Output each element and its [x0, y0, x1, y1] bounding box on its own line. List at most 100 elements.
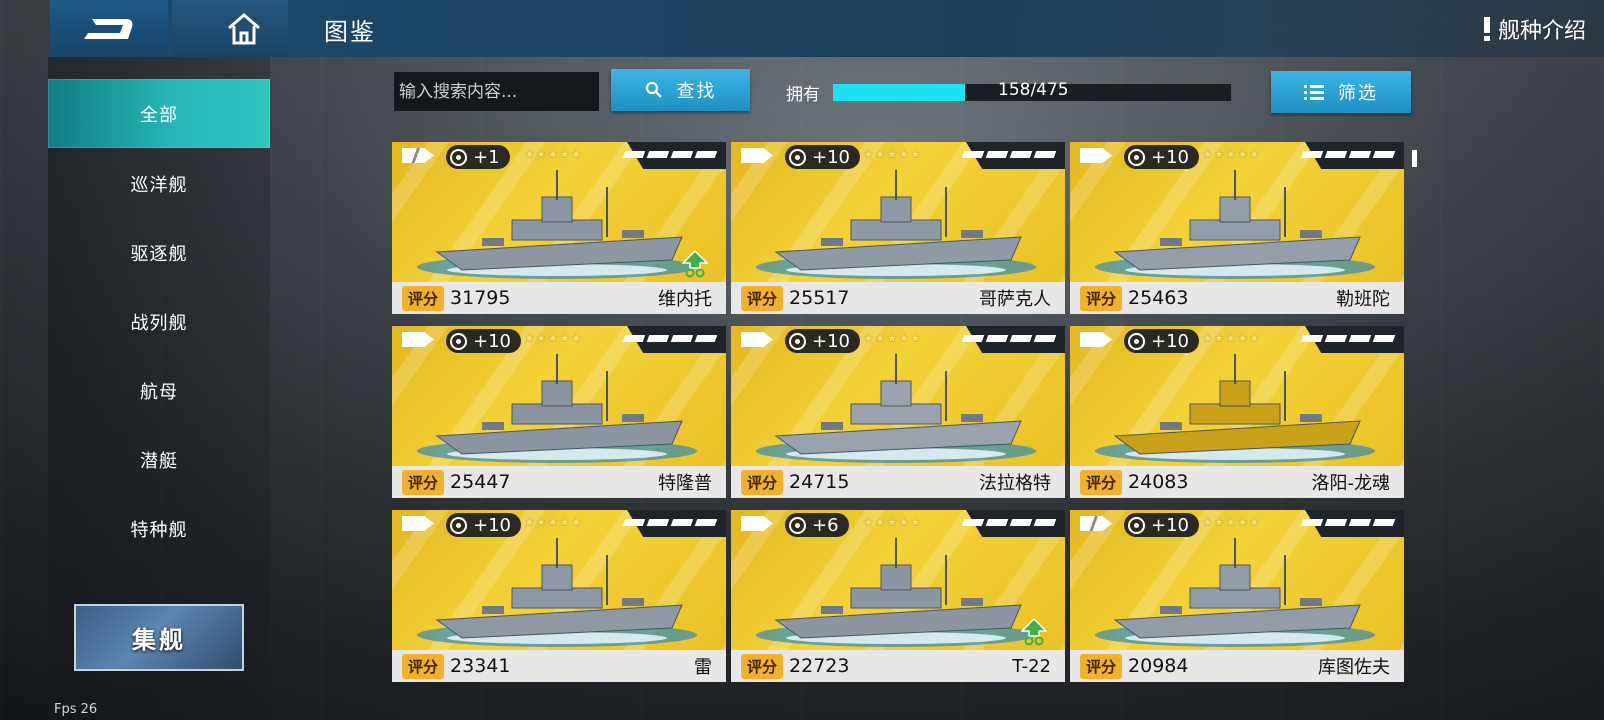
top-bar: 图鉴 舰种介绍 [50, 0, 1604, 57]
equipment-slots-icon [961, 335, 1057, 342]
enhance-level-badge: +10 [785, 329, 860, 353]
ship-type-intro-button[interactable]: 舰种介绍 [1483, 13, 1586, 45]
star-rating: ★★★★★ [524, 147, 583, 161]
gear-icon [450, 148, 467, 166]
score-tag: 评分 [1080, 285, 1123, 311]
upgrade-arrow-icon [682, 250, 708, 278]
sidebar-item-label: 潜艇 [140, 450, 178, 472]
ship-card[interactable]: +1 ★★★★★ 评分 31795 维内托 [392, 142, 726, 314]
star-rating: ★★★★★ [1202, 331, 1261, 345]
search-icon [645, 81, 662, 98]
enhance-level-badge: +1 [446, 145, 510, 169]
card-footer: 评分 24083 洛阳-龙魂 [1070, 466, 1404, 498]
card-footer: 评分 25463 勒班陀 [1070, 282, 1404, 314]
star-rating: ★★★★★ [1202, 515, 1261, 529]
sidebar-item-all[interactable]: 全部 [48, 79, 270, 148]
enhance-level-badge: +10 [1124, 329, 1199, 353]
equipment-slots-icon [1300, 335, 1396, 342]
home-button[interactable] [172, 0, 288, 57]
sidebar-item-label: 巡洋舰 [130, 174, 188, 196]
card-footer: 评分 25517 哥萨克人 [731, 282, 1065, 314]
sidebar-item-destroyer[interactable]: 驱逐舰 [48, 218, 270, 287]
score-tag: 评分 [741, 469, 784, 495]
sidebar-item-label: 全部 [140, 104, 178, 126]
enhance-level-badge: +10 [446, 513, 521, 537]
game-logo-icon [84, 18, 133, 39]
ship-card[interactable]: +10 ★★★★★ 评分 24715 法拉格特 [731, 326, 1065, 498]
gear-icon [789, 148, 806, 166]
score-tag: 评分 [402, 285, 445, 311]
sidebar-item-label: 特种舰 [130, 519, 188, 541]
card-footer: 评分 25447 特隆普 [392, 466, 726, 498]
enhance-level-badge: +10 [1124, 513, 1199, 537]
sidebar-item-cruiser[interactable]: 巡洋舰 [48, 149, 270, 218]
ship-card[interactable]: +10 ★★★★★ 评分 25517 哥萨克人 [731, 142, 1065, 314]
enhance-level: +6 [812, 514, 839, 536]
score-tag: 评分 [402, 653, 445, 679]
equipment-slots-icon [622, 335, 718, 342]
star-rating: ★★★★★ [863, 331, 922, 345]
search-button[interactable]: 查找 [611, 69, 750, 111]
equipment-slots-icon [1300, 519, 1396, 526]
info-icon [1483, 17, 1490, 41]
ship-name: 特隆普 [658, 473, 712, 494]
gear-icon [1128, 332, 1145, 350]
score-tag: 评分 [402, 469, 445, 495]
sidebar-item-label: 驱逐舰 [130, 243, 188, 265]
ship-card[interactable]: +10 ★★★★★ 评分 20984 库图佐夫 [1070, 510, 1404, 682]
sidebar-item-carrier[interactable]: 航母 [48, 356, 270, 425]
filter-button[interactable]: 筛选 [1271, 71, 1411, 113]
enhance-level-badge: +10 [446, 329, 521, 353]
enhance-level-badge: +10 [785, 145, 860, 169]
ship-card[interactable]: +6 ★★★★★ 评分 22723 T-22 [731, 510, 1065, 682]
gear-icon [1128, 148, 1145, 166]
score-tag: 评分 [1080, 469, 1123, 495]
sidebar-item-special[interactable]: 特种舰 [48, 494, 270, 563]
ship-name: 勒班陀 [1336, 289, 1390, 310]
equipment-slots-icon [622, 519, 718, 526]
ship-name: 维内托 [658, 289, 712, 310]
score-tag: 评分 [1080, 653, 1123, 679]
gear-icon [789, 332, 806, 350]
sidebar-item-battleship[interactable]: 战列舰 [48, 287, 270, 356]
search-button-label: 查找 [676, 81, 717, 102]
search-input[interactable] [394, 72, 599, 111]
owned-count: 158/475 [998, 80, 1069, 100]
star-rating: ★★★★★ [524, 331, 583, 345]
gear-icon [450, 516, 467, 534]
ship-card[interactable]: +10 ★★★★★ 评分 23341 雷 [392, 510, 726, 682]
enhance-level: +10 [812, 146, 850, 168]
ship-card[interactable]: +10 ★★★★★ 评分 25463 勒班陀 [1070, 142, 1404, 314]
upgrade-arrow-icon [1021, 618, 1047, 646]
star-rating: ★★★★★ [524, 515, 583, 529]
ship-type-intro-label: 舰种介绍 [1497, 19, 1586, 44]
ship-score: 25517 [789, 287, 850, 309]
ship-card-grid: +1 ★★★★★ 评分 31795 维内托 +10 ★★★★★ 评分 25517… [392, 142, 1415, 702]
ship-card[interactable]: +10 ★★★★★ 评分 24083 洛阳-龙魂 [1070, 326, 1404, 498]
list-icon [1304, 85, 1324, 100]
page-title: 图鉴 [324, 18, 376, 46]
ship-name: 哥萨克人 [979, 289, 1051, 310]
sidebar-item-submarine[interactable]: 潜艇 [48, 425, 270, 494]
enhance-level: +10 [473, 330, 511, 352]
ship-score: 24083 [1128, 471, 1189, 493]
back-button[interactable] [50, 0, 168, 57]
score-tag: 评分 [741, 285, 784, 311]
ship-score: 31795 [450, 287, 511, 309]
card-footer: 评分 24715 法拉格特 [731, 466, 1065, 498]
enhance-level: +10 [1151, 146, 1189, 168]
ship-score: 22723 [789, 655, 850, 677]
card-footer: 评分 23341 雷 [392, 650, 726, 682]
card-footer: 评分 22723 T-22 [731, 650, 1065, 682]
star-rating: ★★★★★ [1202, 147, 1261, 161]
star-rating: ★★★★★ [863, 515, 922, 529]
ship-card[interactable]: +10 ★★★★★ 评分 25447 特隆普 [392, 326, 726, 498]
ship-name: T-22 [1012, 655, 1051, 677]
gear-icon [450, 332, 467, 350]
collect-ships-button[interactable]: 集舰 [74, 604, 244, 671]
scrollbar-thumb[interactable] [1412, 150, 1417, 167]
ship-score: 20984 [1128, 655, 1189, 677]
ship-score: 24715 [789, 471, 850, 493]
enhance-level: +10 [473, 514, 511, 536]
ship-name: 雷 [694, 657, 712, 678]
